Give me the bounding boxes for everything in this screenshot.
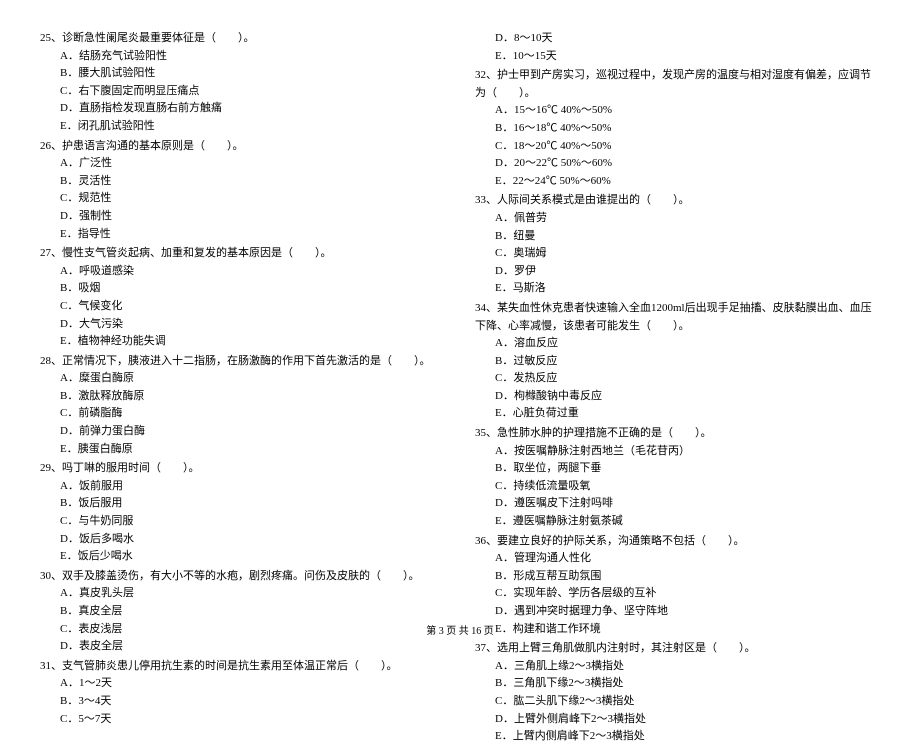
q35-e: E．遵医嘱静脉注射氨茶碱 xyxy=(475,513,880,531)
question-35: 35、急性肺水肿的护理措施不正确的是（ ）。 A．按医嘱静脉注射西地兰（毛花苷丙… xyxy=(475,425,880,531)
question-30: 30、双手及膝盖烫伤，有大小不等的水疱，剧烈疼痛。问伤及皮肤的（ ）。 A．真皮… xyxy=(40,568,445,656)
q27-b: B．吸烟 xyxy=(40,280,445,298)
q29-b: B．饭后服用 xyxy=(40,495,445,513)
q37-e: E．上臂内侧肩峰下2～3横指处 xyxy=(475,728,880,746)
question-34: 34、某失血性休克患者快速输入全血1200ml后出现手足抽搐、皮肤黏膜出血、血压… xyxy=(475,300,880,423)
left-column: 25、诊断急性阑尾炎最重要体征是（ ）。 A．结肠充气试验阳性 B．腰大肌试验阳… xyxy=(40,30,445,748)
q35-d: D．遵医嘱皮下注射吗啡 xyxy=(475,495,880,513)
q32-d: D．20～22℃ 50%～60% xyxy=(475,155,880,173)
q25-c: C．右下腹固定而明显压痛点 xyxy=(40,83,445,101)
question-26: 26、护患语言沟通的基本原则是（ ）。 A．广泛性 B．灵活性 C．规范性 D．… xyxy=(40,138,445,244)
q29-c: C．与牛奶同服 xyxy=(40,513,445,531)
q29-text: 29、吗丁啉的服用时间（ ）。 xyxy=(40,460,445,478)
q37-c: C．肱二头肌下缘2～3横指处 xyxy=(475,693,880,711)
q36-c: C．实现年龄、学历各层级的互补 xyxy=(475,585,880,603)
question-31: 31、支气管肺炎患儿停用抗生素的时间是抗生素用至体温正常后（ ）。 A．1～2天… xyxy=(40,658,445,728)
q27-e: E．植物神经功能失调 xyxy=(40,333,445,351)
q30-text: 30、双手及膝盖烫伤，有大小不等的水疱，剧烈疼痛。问伤及皮肤的（ ）。 xyxy=(40,568,445,586)
q31-e: E．10～15天 xyxy=(475,48,880,66)
q25-text: 25、诊断急性阑尾炎最重要体征是（ ）。 xyxy=(40,30,445,48)
q36-a: A．管理沟通人性化 xyxy=(475,550,880,568)
q28-d: D．前弹力蛋白酶 xyxy=(40,423,445,441)
q36-b: B．形成互帮互助氛围 xyxy=(475,568,880,586)
q30-b: B．真皮全层 xyxy=(40,603,445,621)
q33-text: 33、人际间关系模式是由谁提出的（ ）。 xyxy=(475,192,880,210)
question-37: 37、选用上臂三角肌做肌内注射时，其注射区是（ ）。 A．三角肌上缘2～3横指处… xyxy=(475,640,880,746)
q25-a: A．结肠充气试验阳性 xyxy=(40,48,445,66)
q25-e: E．闭孔肌试验阳性 xyxy=(40,118,445,136)
q33-e: E．马斯洛 xyxy=(475,280,880,298)
q31-d: D．8～10天 xyxy=(475,30,880,48)
q26-b: B．灵活性 xyxy=(40,173,445,191)
right-column: D．8～10天 E．10～15天 32、护士甲到产房实习，巡视过程中，发现产房的… xyxy=(475,30,880,748)
q25-d: D．直肠指检发现直肠右前方触痛 xyxy=(40,100,445,118)
q31-text: 31、支气管肺炎患儿停用抗生素的时间是抗生素用至体温正常后（ ）。 xyxy=(40,658,445,676)
q34-e: E．心脏负荷过重 xyxy=(475,405,880,423)
q26-c: C．规范性 xyxy=(40,190,445,208)
q35-a: A．按医嘱静脉注射西地兰（毛花苷丙） xyxy=(475,443,880,461)
q29-a: A．饭前服用 xyxy=(40,478,445,496)
q29-d: D．饭后多喝水 xyxy=(40,531,445,549)
q34-b: B．过敏反应 xyxy=(475,353,880,371)
q28-a: A．糜蛋白酶原 xyxy=(40,370,445,388)
q34-c: C．发热反应 xyxy=(475,370,880,388)
q27-text: 27、慢性支气管炎起病、加重和复发的基本原因是（ ）。 xyxy=(40,245,445,263)
q32-e: E．22～24℃ 50%～60% xyxy=(475,173,880,191)
q37-a: A．三角肌上缘2～3横指处 xyxy=(475,658,880,676)
q33-d: D．罗伊 xyxy=(475,263,880,281)
q28-e: E．胰蛋白酶原 xyxy=(40,441,445,459)
q32-a: A．15～16℃ 40%～50% xyxy=(475,102,880,120)
q33-b: B．纽曼 xyxy=(475,228,880,246)
question-28: 28、正常情况下，胰液进入十二指肠，在肠激酶的作用下首先激活的是（ ）。 A．糜… xyxy=(40,353,445,459)
q37-d: D．上臂外侧肩峰下2～3横指处 xyxy=(475,711,880,729)
q33-a: A．佩普劳 xyxy=(475,210,880,228)
q27-a: A．呼吸道感染 xyxy=(40,263,445,281)
q37-text: 37、选用上臂三角肌做肌内注射时，其注射区是（ ）。 xyxy=(475,640,880,658)
q37-b: B．三角肌下缘2～3横指处 xyxy=(475,675,880,693)
q32-text: 32、护士甲到产房实习，巡视过程中，发现产房的温度与相对湿度有偏差，应调节为（ … xyxy=(475,67,880,102)
q30-a: A．真皮乳头层 xyxy=(40,585,445,603)
q28-b: B．激肽释放酶原 xyxy=(40,388,445,406)
q26-a: A．广泛性 xyxy=(40,155,445,173)
q26-text: 26、护患语言沟通的基本原则是（ ）。 xyxy=(40,138,445,156)
q28-c: C．前磷脂酶 xyxy=(40,405,445,423)
q31-c: C．5～7天 xyxy=(40,711,445,729)
q34-a: A．溶血反应 xyxy=(475,335,880,353)
q31-b: B．3～4天 xyxy=(40,693,445,711)
q27-d: D．大气污染 xyxy=(40,316,445,334)
q35-text: 35、急性肺水肿的护理措施不正确的是（ ）。 xyxy=(475,425,880,443)
question-27: 27、慢性支气管炎起病、加重和复发的基本原因是（ ）。 A．呼吸道感染 B．吸烟… xyxy=(40,245,445,351)
q28-text: 28、正常情况下，胰液进入十二指肠，在肠激酶的作用下首先激活的是（ ）。 xyxy=(40,353,445,371)
q31-a: A．1～2天 xyxy=(40,675,445,693)
q34-d: D．枸橼酸钠中毒反应 xyxy=(475,388,880,406)
q36-d: D．遇到冲突时据理力争、坚守阵地 xyxy=(475,603,880,621)
q32-b: B．16～18℃ 40%～50% xyxy=(475,120,880,138)
q32-c: C．18～20℃ 40%～50% xyxy=(475,138,880,156)
q26-d: D．强制性 xyxy=(40,208,445,226)
q29-e: E．饭后少喝水 xyxy=(40,548,445,566)
question-33: 33、人际间关系模式是由谁提出的（ ）。 A．佩普劳 B．纽曼 C．奥瑞姆 D．… xyxy=(475,192,880,298)
page-footer: 第 3 页 共 16 页 xyxy=(0,624,920,640)
q30-d: D．表皮全层 xyxy=(40,638,445,656)
q33-c: C．奥瑞姆 xyxy=(475,245,880,263)
question-36: 36、要建立良好的护际关系，沟通策略不包括（ ）。 A．管理沟通人性化 B．形成… xyxy=(475,533,880,639)
q34-text: 34、某失血性休克患者快速输入全血1200ml后出现手足抽搐、皮肤黏膜出血、血压… xyxy=(475,300,880,335)
q26-e: E．指导性 xyxy=(40,226,445,244)
q25-b: B．腰大肌试验阳性 xyxy=(40,65,445,83)
q35-b: B．取坐位，两腿下垂 xyxy=(475,460,880,478)
question-32: 32、护士甲到产房实习，巡视过程中，发现产房的温度与相对湿度有偏差，应调节为（ … xyxy=(475,67,880,190)
question-25: 25、诊断急性阑尾炎最重要体征是（ ）。 A．结肠充气试验阳性 B．腰大肌试验阳… xyxy=(40,30,445,136)
question-31-cont: D．8～10天 E．10～15天 xyxy=(475,30,880,65)
q36-text: 36、要建立良好的护际关系，沟通策略不包括（ ）。 xyxy=(475,533,880,551)
q27-c: C．气候变化 xyxy=(40,298,445,316)
question-29: 29、吗丁啉的服用时间（ ）。 A．饭前服用 B．饭后服用 C．与牛奶同服 D．… xyxy=(40,460,445,566)
q35-c: C．持续低流量吸氧 xyxy=(475,478,880,496)
